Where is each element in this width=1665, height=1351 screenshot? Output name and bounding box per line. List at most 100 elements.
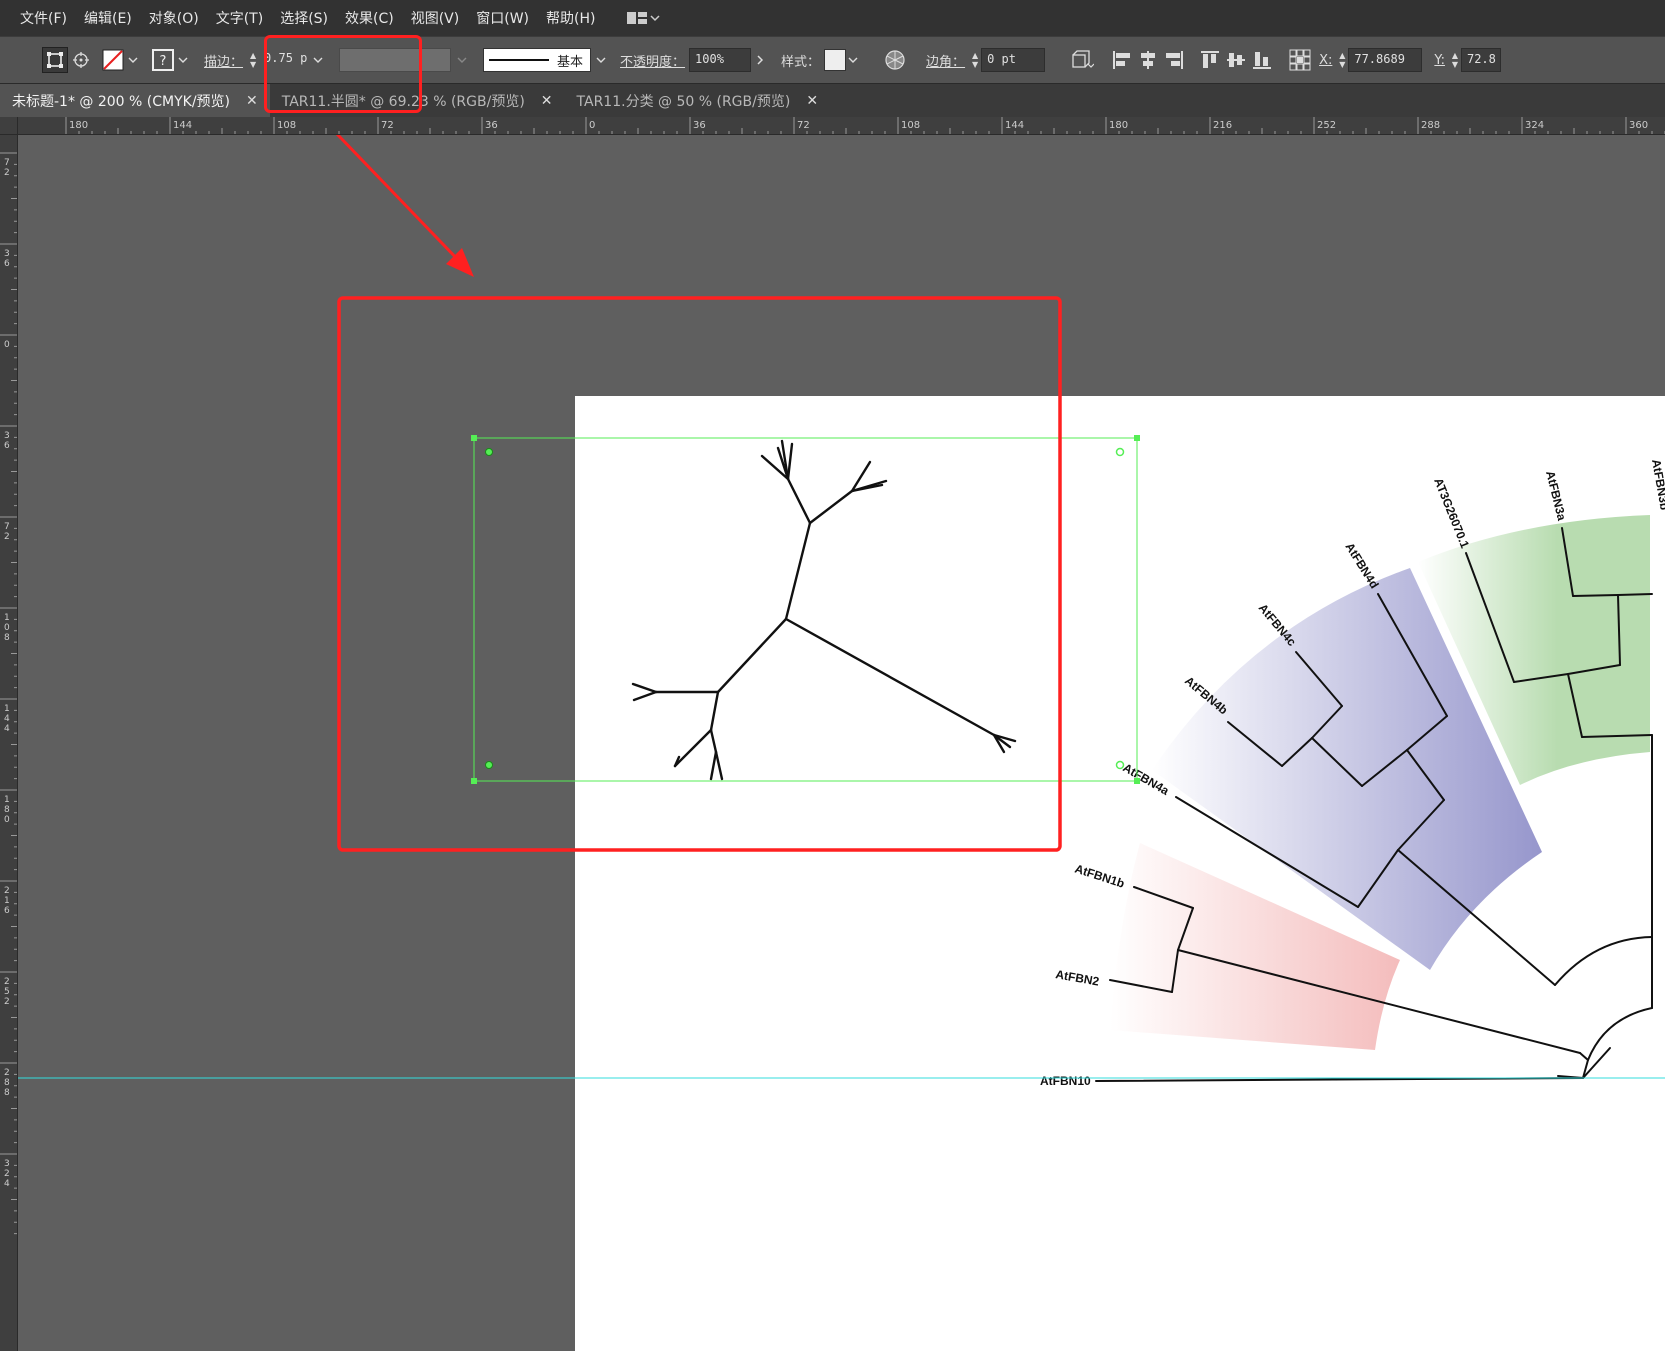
- align-right-button[interactable]: [1161, 47, 1187, 73]
- tab-tar11-semicircle[interactable]: TAR11.半圆* @ 69.23 % (RGB/预览) ✕: [270, 84, 565, 117]
- menu-effect[interactable]: 效果(C): [345, 8, 394, 28]
- ruler-label: 2: [4, 886, 10, 896]
- ruler-label: 6: [4, 906, 10, 916]
- horizontal-ruler[interactable]: 180 144 108 72 36 0 36 72 108 144 180 216 252 288 324 3…: [18, 117, 1665, 135]
- ruler-label: 7: [4, 522, 10, 532]
- align-bottom-button[interactable]: [1249, 47, 1275, 73]
- brush-definition[interactable]: 基本: [483, 48, 592, 72]
- menu-help[interactable]: 帮助(H): [546, 8, 595, 28]
- close-icon[interactable]: ✕: [541, 93, 553, 109]
- close-icon[interactable]: ✕: [246, 93, 258, 109]
- align-top-icon: [1201, 51, 1220, 68]
- selection-handle[interactable]: [471, 778, 477, 784]
- horizontal-ruler-ticks: 180 144 108 72 36 0 36 72 108 144 180 216 252 288 324 3…: [65, 117, 1665, 134]
- menu-object[interactable]: 对象(O): [149, 8, 199, 28]
- align-top-button[interactable]: [1197, 47, 1223, 73]
- stroke-label[interactable]: 描边：: [204, 51, 243, 70]
- opacity-label[interactable]: 不透明度：: [620, 51, 685, 70]
- ruler-label: 6: [4, 441, 10, 451]
- style-dropdown[interactable]: [846, 47, 860, 73]
- brush-dropdown[interactable]: [594, 47, 608, 73]
- x-field[interactable]: 77.8689: [1348, 48, 1423, 72]
- transform-button[interactable]: [1069, 47, 1095, 73]
- ruler-label: 3: [4, 431, 10, 441]
- artboard-view[interactable]: AtFBN3b AtFBN3a AT3G26070.1 AtFBN4d AtFB…: [18, 135, 1665, 1351]
- chevron-down-icon: [596, 57, 606, 63]
- menu-edit[interactable]: 编辑(E): [84, 8, 132, 28]
- ruler-label: 72: [797, 120, 810, 131]
- ruler-label: 6: [4, 259, 10, 269]
- stroke-weight-field[interactable]: 0.75 p: [259, 48, 312, 72]
- reference-point-button[interactable]: [68, 47, 94, 73]
- y-label[interactable]: Y:: [1434, 53, 1445, 68]
- x-label[interactable]: X:: [1319, 53, 1332, 68]
- x-spinner[interactable]: ▲ ▼: [1336, 48, 1348, 72]
- corner-field[interactable]: 0 pt: [981, 48, 1046, 72]
- stroke-weight-dropdown[interactable]: [311, 47, 325, 73]
- isolate-selection-button[interactable]: [42, 47, 68, 73]
- tab-tar11-classification[interactable]: TAR11.分类 @ 50 % (RGB/预览) ✕: [565, 84, 831, 117]
- vertical-ruler[interactable]: 723603672108144180216252288324: [0, 117, 18, 1351]
- ruler-label: 7: [4, 158, 10, 168]
- align-hcenter-button[interactable]: [1135, 47, 1161, 73]
- ruler-label: 4: [4, 724, 10, 734]
- stroke-swatch[interactable]: ?: [150, 47, 176, 73]
- menu-window[interactable]: 窗口(W): [476, 8, 529, 28]
- artwork-canvas[interactable]: AtFBN3b AtFBN3a AT3G26070.1 AtFBN4d AtFB…: [18, 135, 1665, 1351]
- ruler-label: 36: [693, 120, 706, 131]
- menu-select[interactable]: 选择(S): [280, 8, 328, 28]
- ruler-label: 216: [1213, 120, 1232, 131]
- align-vcenter-button[interactable]: [1223, 47, 1249, 73]
- menu-type[interactable]: 文字(T): [216, 8, 263, 28]
- ruler-label: 5: [4, 987, 10, 997]
- stroke-dropdown[interactable]: [176, 47, 190, 73]
- ruler-label: 1: [4, 896, 10, 906]
- live-corner-widget[interactable]: [485, 761, 493, 769]
- chevron-down-icon: [178, 57, 188, 63]
- stroke-weight-spinner[interactable]: ▲ ▼: [247, 48, 259, 72]
- ruler-label: 4: [4, 714, 10, 724]
- ruler-label: 2: [4, 1068, 10, 1078]
- menu-file[interactable]: 文件(F): [20, 8, 67, 28]
- control-bar: ? 描边： ▲ ▼ 0.75 p 基本 不透明度： 100% 样式： 边角： ▲ ▼…: [0, 36, 1665, 84]
- bounding-box-icon: [47, 52, 63, 68]
- corner-spinner[interactable]: ▲ ▼: [969, 48, 981, 72]
- chevron-right-icon: [757, 55, 764, 65]
- graphic-style-swatch[interactable]: [824, 49, 847, 71]
- ruler-label: 4: [4, 1179, 10, 1189]
- y-field[interactable]: 72.8: [1460, 48, 1501, 72]
- fill-swatch[interactable]: [100, 47, 126, 73]
- selection-handle[interactable]: [471, 435, 477, 441]
- vertical-ruler-ticks: 723603672108144180216252288324: [0, 152, 17, 1235]
- ruler-label: 3: [4, 249, 10, 259]
- tab-untitled-1[interactable]: 未标题-1* @ 200 % (CMYK/预览) ✕: [0, 84, 270, 117]
- chevron-down-icon: [457, 57, 467, 63]
- ruler-label: 0: [589, 120, 595, 131]
- selection-handle[interactable]: [1134, 435, 1140, 441]
- opacity-field[interactable]: 100%: [689, 48, 752, 72]
- selection-handle[interactable]: [1134, 778, 1140, 784]
- y-spinner[interactable]: ▲ ▼: [1449, 48, 1461, 72]
- tab-label: TAR11.分类 @ 50 % (RGB/预览): [576, 93, 791, 110]
- recolor-artwork-button[interactable]: [882, 47, 908, 73]
- annotation-arrow: [335, 135, 464, 266]
- chevron-down-icon: [650, 15, 660, 22]
- menu-view[interactable]: 视图(V): [411, 8, 460, 28]
- align-horizontal-center-icon: [1141, 51, 1156, 69]
- ruler-label: 8: [4, 1078, 10, 1088]
- reference-grid-button[interactable]: [1287, 47, 1313, 73]
- live-corner-widget[interactable]: [485, 448, 493, 456]
- variable-width-profile[interactable]: [339, 48, 452, 72]
- corner-label[interactable]: 边角：: [926, 51, 965, 70]
- ruler-origin[interactable]: [0, 117, 18, 135]
- fill-dropdown[interactable]: [126, 47, 140, 73]
- ruler-label: 144: [1005, 120, 1024, 131]
- taxon-label[interactable]: AtFBN10: [1040, 1074, 1091, 1088]
- workspace-switcher[interactable]: [626, 10, 662, 26]
- variable-width-dropdown[interactable]: [455, 47, 469, 73]
- unknown-stroke-icon: ?: [152, 49, 174, 71]
- transform-icon: [1072, 50, 1095, 68]
- opacity-arrow[interactable]: [751, 47, 769, 73]
- close-icon[interactable]: ✕: [806, 93, 818, 109]
- align-left-button[interactable]: [1109, 47, 1135, 73]
